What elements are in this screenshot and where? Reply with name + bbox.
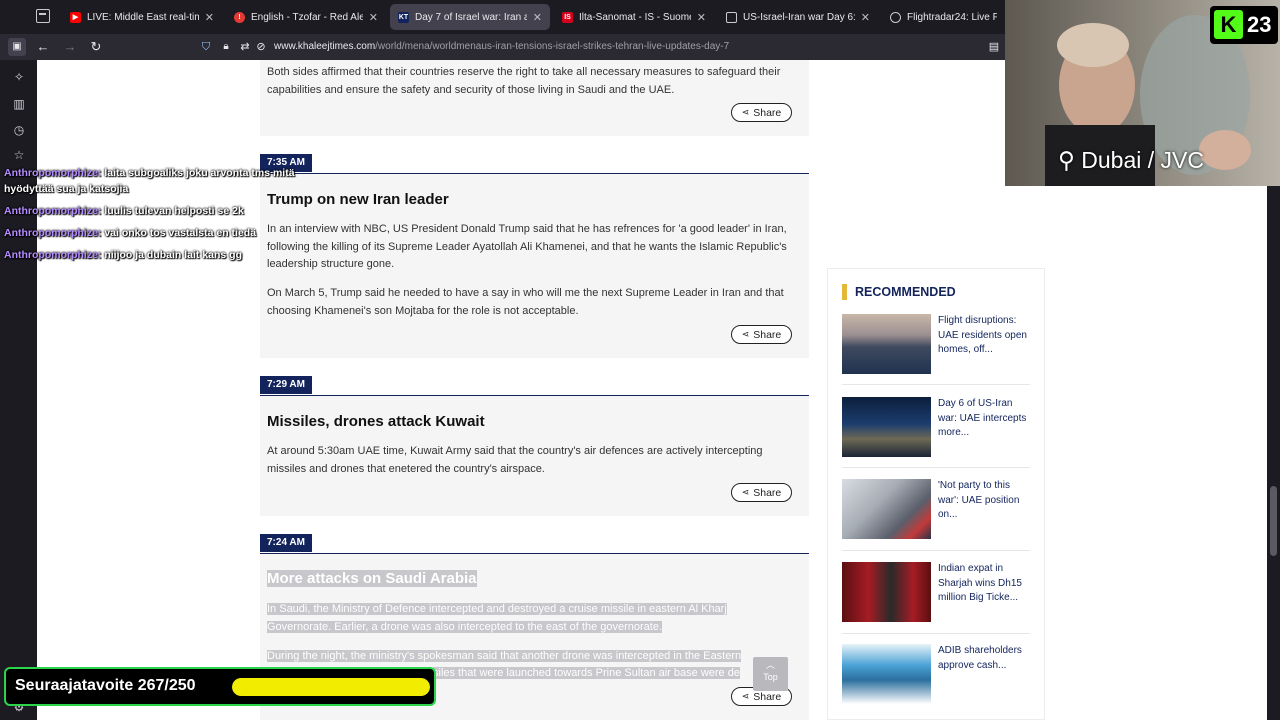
close-icon[interactable]: ✕ [861,11,870,24]
shield-icon[interactable]: ⛉ [197,38,215,56]
divider [842,550,1030,551]
time-badge: 7:24 AM [260,534,312,552]
goal-label: Seuraajatavoite 267/250 [15,677,196,694]
chat-message: Anthropomorphize: luulis tulevan helpost… [4,205,244,217]
forward-icon[interactable]: → [61,38,79,56]
scrollbar-thumb[interactable] [1270,486,1277,556]
tab-ilta-sanomat[interactable]: IS Ilta-Sanomat - IS - Suomen suu ✕ [554,4,714,30]
share-button[interactable]: ⋖ Share [731,325,792,344]
tab-us-israel-iran[interactable]: US-Israel-Iran war Day 6: Iran-Is ✕ [718,4,878,30]
sidebar-toggle-icon[interactable]: ▣ [8,38,26,56]
kick-logo-icon: K [1214,10,1243,39]
share-button[interactable]: ⋖ Share [731,103,792,122]
share-icon: ⋖ [741,487,750,497]
post-paragraph: Both sides affirmed that their countries… [267,66,781,96]
alert-icon: ! [234,11,245,23]
synced-tabs-icon[interactable]: ▥ [12,97,26,111]
map-pin-icon: ⚲ [1058,147,1075,173]
close-icon[interactable]: ✕ [205,11,214,24]
post-paragraph: In Saudi, the Ministry of Defence interc… [267,603,727,633]
lock-icon[interactable]: 🔒︎ [217,38,235,56]
post-paragraph: At around 5:30am UAE time, Kuwait Army s… [267,445,763,475]
chat-message: Anthropomorphize: niijoo ja dubain lait … [4,249,243,261]
thumbnail-image[interactable] [842,314,931,374]
recommended-item[interactable]: 'Not party to this war': UAE position on… [842,479,1030,541]
recommended-item[interactable]: ADIB shareholders approve cash... [842,644,1030,706]
time-badge: 7:29 AM [260,376,312,394]
tab-red-alert[interactable]: ! English - Tzofar - Red Alert ✕ [226,4,386,30]
divider [842,633,1030,634]
location-label: ⚲ Dubai / JVC [1058,147,1204,173]
share-icon: ⋖ [741,107,750,117]
url-path: /world/mena/worldmenaus-iran-tensions-is… [375,41,730,52]
thumbnail-image[interactable] [842,397,931,457]
chat-message: hyödyttää sua ja katsojia [4,183,129,195]
flightradar-icon [890,11,901,23]
reader-view-icon[interactable]: ▤ [985,38,1003,56]
history-icon[interactable]: ◷ [12,123,26,137]
goal-progress-fill [232,678,430,696]
recommended-item[interactable]: Day 6 of US-Iran war: UAE intercepts mor… [842,397,1030,459]
ai-chat-icon[interactable]: ✧ [12,70,26,84]
tab-khaleej-times[interactable]: KT Day 7 of Israel war: Iran army sa ✕ [390,4,550,30]
chevron-up-icon: ︿ [765,660,775,670]
reload-icon[interactable]: ↻ [87,38,105,56]
chat-message: Anthropomorphize: vai onko tos vastalsta… [4,227,257,239]
chat-message: Anthropomorphize: laita subgoaliks joku … [4,167,295,179]
tab-list-icon[interactable] [36,9,50,23]
news-icon [726,11,737,23]
url-domain: www.khaleejtimes.com [274,41,376,52]
bookmarks-icon[interactable]: ☆ [12,148,26,162]
address-bar[interactable]: www.khaleejtimes.com/world/mena/worldmen… [274,41,729,52]
post-title[interactable]: More attacks on Saudi Arabia [267,570,477,587]
youtube-icon: ▶ [70,11,81,23]
viewer-count: 23 [1247,12,1272,37]
divider [842,384,1030,385]
follower-goal-widget: Seuraajatavoite 267/250 [4,667,436,706]
recommended-heading: RECOMMENDED [842,284,956,300]
share-icon: ⋖ [741,691,750,701]
post-title[interactable]: Missiles, drones attack Kuwait [267,413,485,430]
share-button[interactable]: ⋖ Share [731,483,792,502]
thumbnail-image[interactable] [842,562,931,622]
tab-flightradar[interactable]: Flightradar24: Live Flight T [882,4,1005,30]
thumbnail-image[interactable] [842,644,931,704]
recommended-item[interactable]: Flight disruptions: UAE residents open h… [842,314,1030,376]
back-icon[interactable]: ← [34,38,52,56]
close-icon[interactable]: ✕ [697,11,706,24]
post-paragraph: siles that were launched towards Prine S… [433,667,740,679]
share-icon: ⋖ [741,329,750,339]
navigation-bar: ▣ ← → ↻ ⛉ 🔒︎ ⇄ ⊘ www.khaleejtimes.com/wo… [0,34,1005,60]
page-scrollbar[interactable] [1267,186,1280,720]
post-paragraph: In an interview with NBC, US President D… [267,223,787,270]
close-icon[interactable]: ✕ [533,11,542,24]
post-paragraph: On March 5, Trump said he needed to have… [267,287,784,317]
goal-progress-bar [232,678,430,696]
tab-live-cam[interactable]: ▶ LIVE: Middle East real-time cam ✕ [62,4,222,30]
khaleej-times-icon: KT [398,11,409,23]
post-paragraph: During the night, the ministry's spokesm… [267,650,742,662]
is-icon: IS [562,11,573,23]
thumbnail-image[interactable] [842,479,931,539]
recommended-item[interactable]: Indian expat in Sharjah wins Dh15 millio… [842,562,1030,624]
post-title[interactable]: Trump on new Iran leader [267,191,449,208]
divider [842,467,1030,468]
viewer-count-badge: K 23 [1210,6,1278,44]
browser-sidebar: ✧ ▥ ◷ ☆ ⚙ [0,60,37,720]
tracking-icon[interactable]: ⊘ [252,38,270,56]
back-to-top-button[interactable]: ︿ Top [753,657,788,691]
close-icon[interactable]: ✕ [369,11,378,24]
screen: ▶ LIVE: Middle East real-time cam ✕ ! En… [0,0,1280,720]
